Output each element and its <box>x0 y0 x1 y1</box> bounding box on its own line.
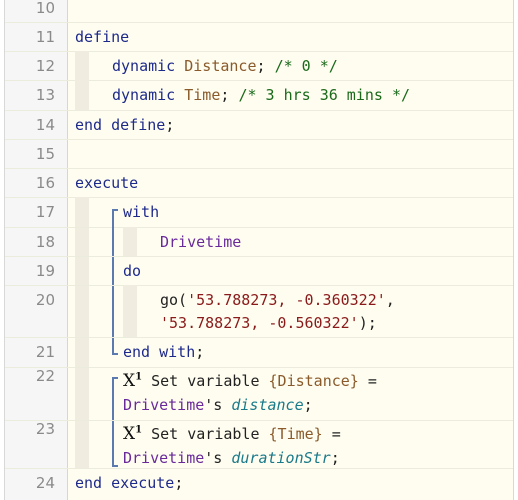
code-line[interactable]: 17 with <box>5 197 513 228</box>
line-number: 24 <box>35 474 55 492</box>
line-number: 15 <box>35 145 55 163</box>
drivetime-function: Drivetime <box>160 233 242 251</box>
code-line[interactable]: 18 Drivetime <box>5 227 513 257</box>
keyword-execute: execute <box>75 174 139 192</box>
code-line[interactable]: 23 X1 Set variable {Time} = Drivetime's … <box>5 420 513 469</box>
go-call-line1: go('53.788273, -0.360322', <box>160 291 395 309</box>
line-number: 11 <box>35 28 55 46</box>
code-line[interactable]: 14 end define; <box>5 110 513 140</box>
line-number: 17 <box>35 203 55 221</box>
code-line[interactable]: 21 end with; <box>5 337 513 368</box>
code-line[interactable]: 15 <box>5 139 513 169</box>
go-call-line2: '53.788273, -0.560322'); <box>160 314 377 332</box>
code-line[interactable]: 24 end execute; <box>5 468 513 500</box>
line-number: 10 <box>35 0 55 17</box>
keyword-do: do <box>123 262 142 280</box>
set-variable-time-value: Drivetime's durationStr; <box>123 449 340 467</box>
keyword-end-define: end define; <box>75 116 175 134</box>
code-line[interactable]: 10 <box>5 0 513 23</box>
line-number: 16 <box>35 174 55 192</box>
line-number: 22 <box>35 367 55 385</box>
indent-guide <box>123 227 137 256</box>
set-variable-time: X1 Set variable {Time} = <box>123 424 341 444</box>
indent-guide <box>123 285 137 337</box>
code-line[interactable]: 11 define <box>5 22 513 52</box>
line-number: 14 <box>35 116 55 134</box>
line-number: 23 <box>35 420 55 438</box>
declaration-distance: dynamic Distance; /* 0 */ <box>112 57 338 75</box>
indent-guide <box>75 51 89 80</box>
line-number: 18 <box>35 233 55 251</box>
set-variable-icon: X1 <box>123 371 143 391</box>
code-line[interactable]: 22 X1 Set variable {Distance} = Drivetim… <box>5 367 513 421</box>
code-line[interactable]: 20 go('53.788273, -0.360322', '53.788273… <box>5 285 513 338</box>
code-line[interactable]: 12 dynamic Distance; /* 0 */ <box>5 51 513 81</box>
line-number: 13 <box>35 86 55 104</box>
keyword-end-with: end with; <box>123 343 205 361</box>
keyword-define: define <box>75 28 130 46</box>
line-number: 20 <box>35 291 55 309</box>
declaration-time: dynamic Time; /* 3 hrs 36 mins */ <box>112 86 411 104</box>
code-line[interactable]: 19 do <box>5 256 513 286</box>
keyword-with: with <box>123 203 160 221</box>
code-editor[interactable]: 10 11 define 12 dynamic Distance; /* 0 *… <box>4 0 514 500</box>
set-variable-icon: X1 <box>123 424 143 444</box>
indent-guide <box>75 80 89 110</box>
line-number: 19 <box>35 262 55 280</box>
line-number: 12 <box>35 57 55 75</box>
keyword-end-execute: end execute; <box>75 474 184 492</box>
code-line[interactable]: 13 dynamic Time; /* 3 hrs 36 mins */ <box>5 80 513 111</box>
code-line[interactable]: 16 execute <box>5 168 513 198</box>
set-variable-distance: X1 Set variable {Distance} = <box>123 371 377 391</box>
set-variable-distance-value: Drivetime's distance; <box>123 396 313 414</box>
line-number: 21 <box>35 343 55 361</box>
